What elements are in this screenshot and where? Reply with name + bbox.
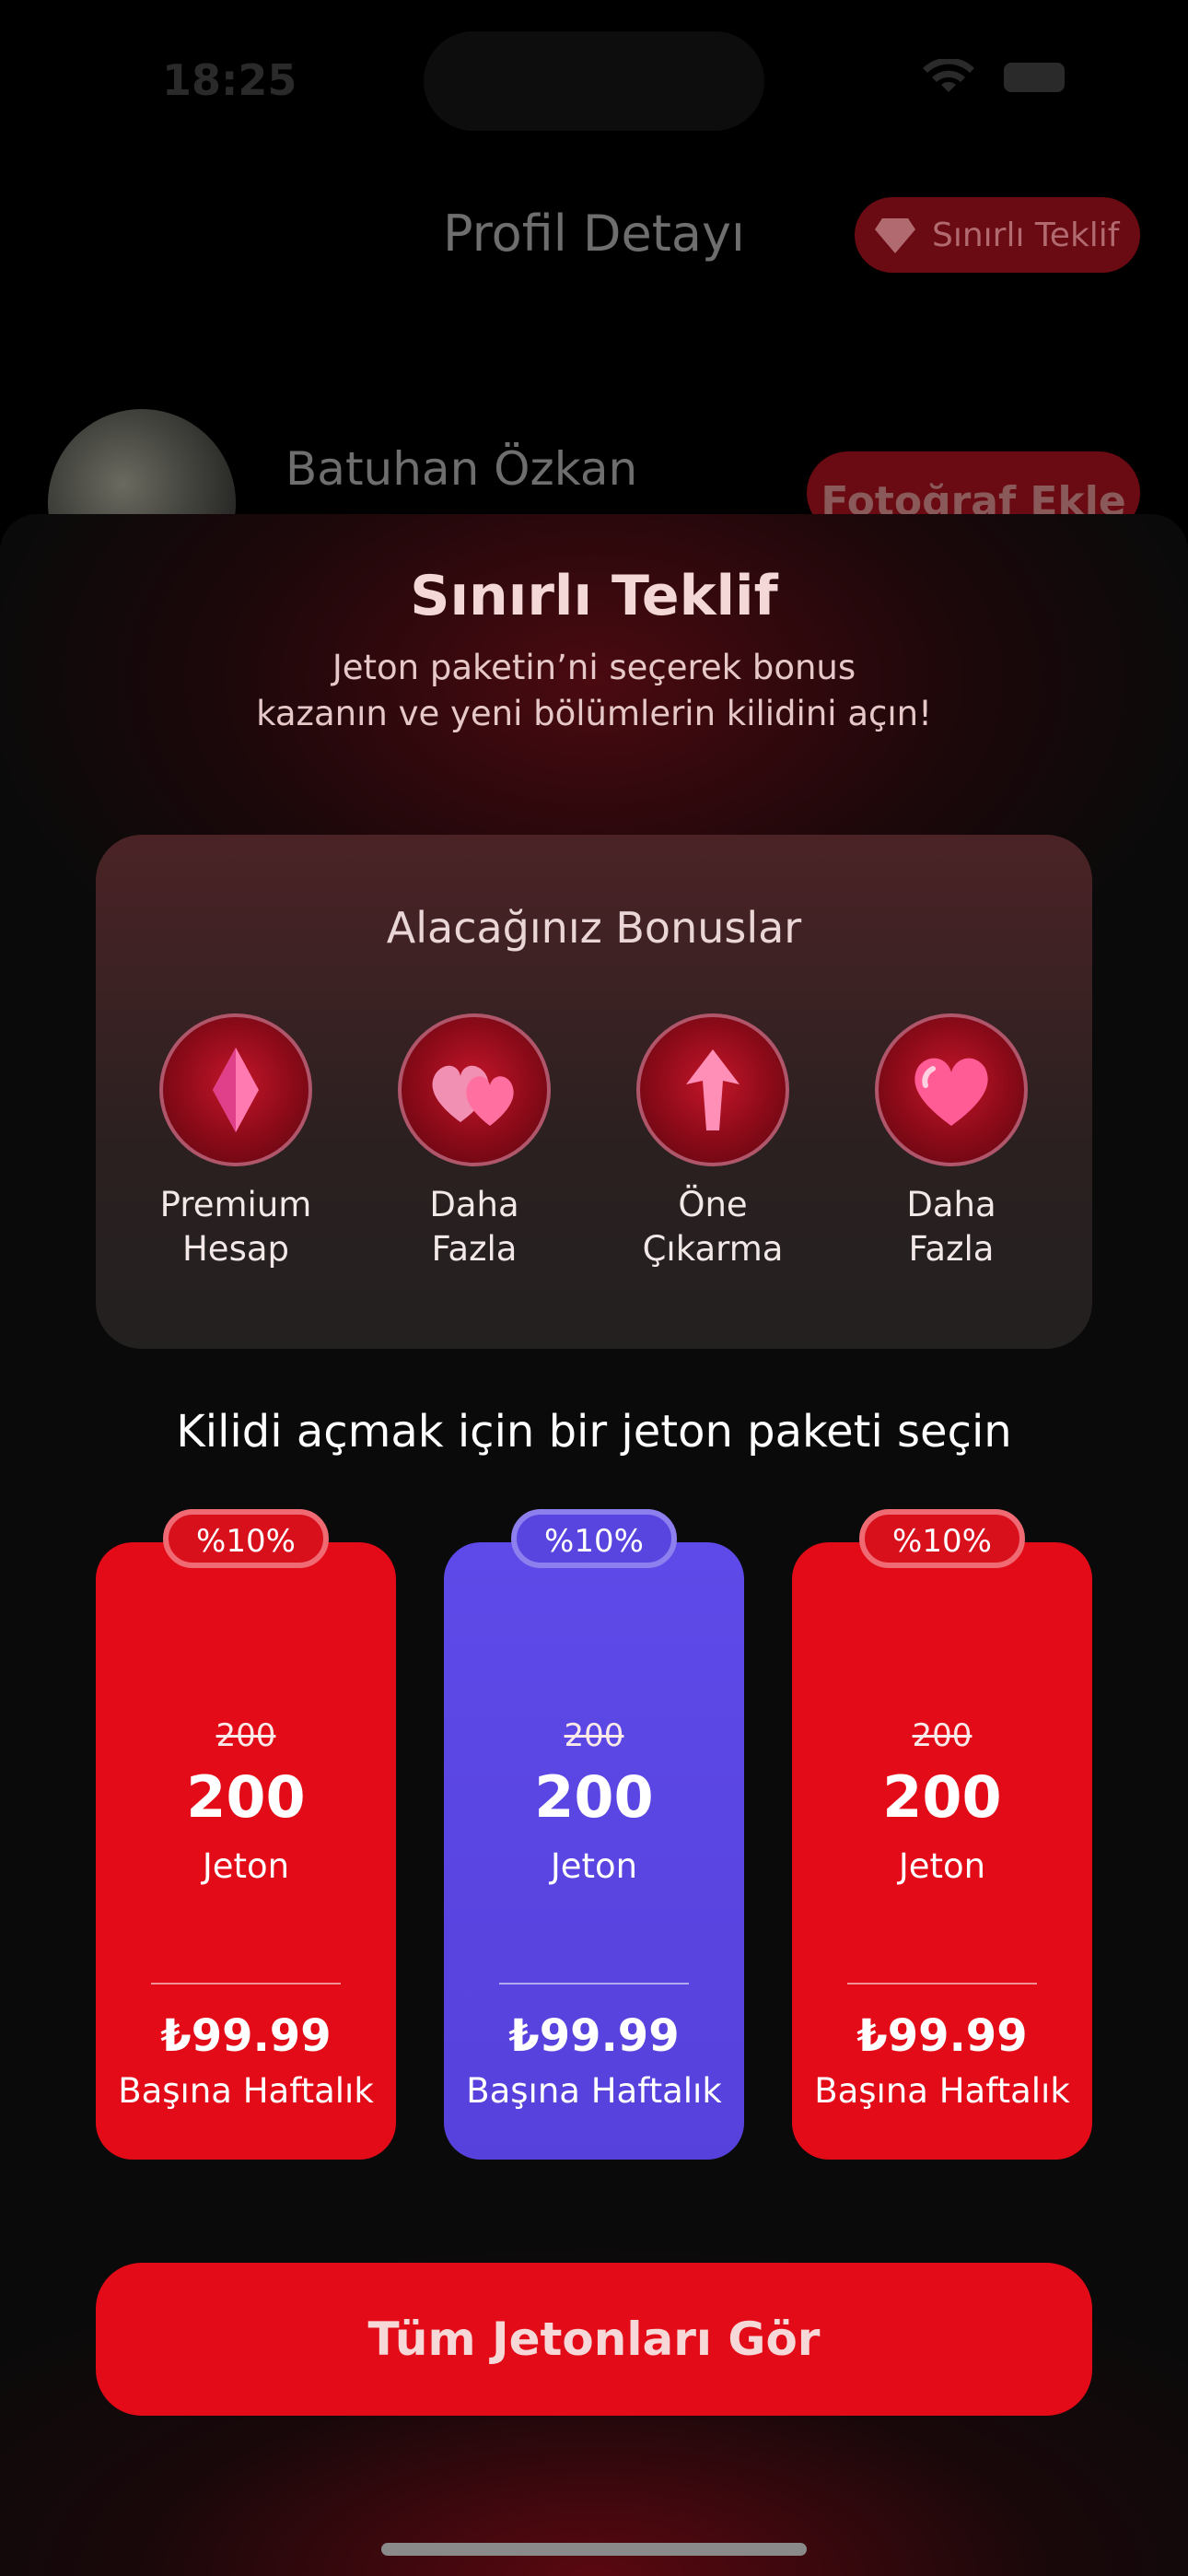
package-card-1[interactable]: %10% 200 200 Jeton ₺99.99 Başına Haftalı… [96, 1509, 396, 2160]
divider [499, 1983, 689, 1985]
hearts-icon [432, 1065, 514, 1126]
bonus-item-more: Daha Fazla [832, 1013, 1071, 1271]
sheet-title: Sınırlı Teklif [410, 564, 778, 628]
discount-badge: %10% [163, 1509, 329, 1568]
boost-arrow-icon [686, 1049, 740, 1130]
bonus-item-premium: Premium Hesap [116, 1013, 355, 1271]
coin-amount: 200 [534, 1763, 654, 1831]
bonus-label: Daha Fazla [906, 1185, 996, 1269]
bonus-item-boost: Öne Çıkarma [593, 1013, 833, 1271]
user-name: Batuhan Özkan [285, 442, 638, 496]
divider [151, 1983, 341, 1985]
old-amount: 200 [912, 1717, 973, 1754]
limited-offer-button[interactable]: Sınırlı Teklif [855, 197, 1140, 273]
old-amount: 200 [564, 1717, 624, 1754]
bonus-label: Daha Fazla [429, 1185, 519, 1269]
diamond-icon [875, 218, 915, 253]
package-period: Başına Haftalık [466, 2071, 722, 2111]
heart-icon [914, 1058, 988, 1126]
discount-badge: %10% [511, 1509, 677, 1568]
bonus-label: Öne Çıkarma [642, 1185, 784, 1269]
package-price: ₺99.99 [160, 2010, 332, 2062]
dynamic-island [424, 31, 764, 131]
package-price: ₺99.99 [508, 2010, 680, 2062]
sheet-subtitle: Jeton paketin’ni seçerek bonus kazanın v… [256, 648, 932, 733]
coin-amount: 200 [882, 1763, 1002, 1831]
packages-title: Kilidi açmak için bir jeton paketi seçin [176, 1406, 1012, 1458]
discount-badge: %10% [859, 1509, 1025, 1568]
wifi-icon [923, 59, 974, 92]
package-period: Başına Haftalık [814, 2071, 1070, 2111]
battery-icon [1004, 63, 1065, 92]
divider [847, 1983, 1037, 1985]
package-period: Başına Haftalık [118, 2071, 374, 2111]
package-card-3[interactable]: %10% 200 200 Jeton ₺99.99 Başına Haftalı… [792, 1509, 1092, 2160]
coin-unit: Jeton [550, 1846, 638, 1886]
coin-amount: 200 [186, 1763, 306, 1831]
diamond-icon [213, 1048, 259, 1132]
bonus-label: Premium Hesap [159, 1185, 312, 1269]
coin-unit: Jeton [202, 1846, 290, 1886]
package-card-2[interactable]: %10% 200 200 Jeton ₺99.99 Başına Haftalı… [444, 1509, 744, 2160]
bonus-item-more-likes: Daha Fazla [355, 1013, 594, 1271]
home-indicator[interactable] [381, 2543, 807, 2556]
coin-unit: Jeton [898, 1846, 986, 1886]
view-all-coins-button[interactable]: Tüm Jetonları Gör [96, 2263, 1092, 2416]
status-time: 18:25 [162, 55, 297, 105]
limited-offer-label: Sınırlı Teklif [932, 216, 1120, 254]
old-amount: 200 [215, 1717, 276, 1754]
bonus-title: Alacağınız Bonuslar [386, 903, 802, 953]
package-price: ₺99.99 [856, 2010, 1028, 2062]
